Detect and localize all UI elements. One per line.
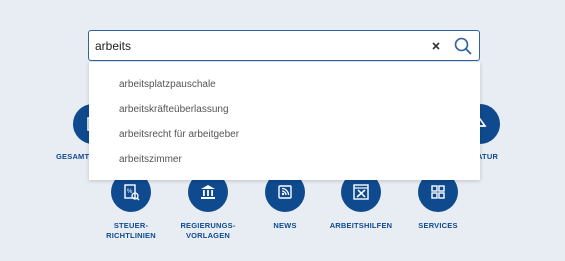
label-line-1: REGIERUNGS- [180,221,236,230]
news-feed-icon [278,185,292,199]
suggestion-item[interactable]: arbeitsrecht für arbeitgeber [119,126,239,144]
percent-document-icon: % [124,184,140,201]
label-line-2: RICHTLINIEN [106,231,156,240]
search-box [88,30,480,61]
category-arbeitshilfen-label[interactable]: ARBEITSHILFEN [326,221,396,231]
label-line-2: VORLAGEN [185,231,231,240]
category-gesamt-label[interactable]: GESAMTÜ [56,152,95,162]
category-services-label[interactable]: SERVICES [408,221,468,231]
search-input[interactable] [95,37,415,55]
autocomplete-dropdown: arbeitsplatzpauschale arbeitskräfteüberl… [89,62,480,180]
close-icon[interactable] [430,40,442,52]
tools-icon [353,184,369,200]
category-literatur-label[interactable]: ATUR [477,152,507,162]
category-news-label[interactable]: NEWS [255,221,315,231]
suggestion-item[interactable]: arbeitskräfteüberlassung [119,101,229,119]
label-line-1: STEUER- [113,221,149,230]
puzzle-icon [431,185,445,199]
government-building-icon [201,185,215,199]
suggestion-item[interactable]: arbeitsplatzpauschale [119,76,216,94]
category-steuerrichtlinien-label[interactable]: STEUER- RICHTLINIEN [96,221,166,241]
suggestion-item[interactable]: arbeitszimmer [119,151,182,169]
search-icon[interactable] [453,36,473,56]
category-regierungsvorlagen-label[interactable]: REGIERUNGS- VORLAGEN [172,221,244,241]
